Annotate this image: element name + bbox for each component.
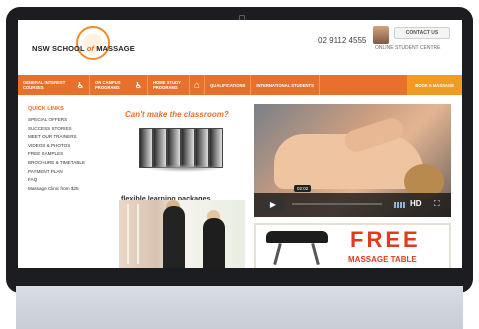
video-controls: ▶ 02:02 HD ⛶: [254, 185, 451, 217]
massage-class-photo[interactable]: [119, 200, 245, 268]
online-student-centre-link[interactable]: ONLINE STUDENT CENTRE: [375, 45, 440, 51]
nav-general-interest[interactable]: GENERAL INTEREST COURSES ♿︎: [18, 75, 90, 95]
free-heading: FREE: [350, 227, 421, 252]
volume-icon[interactable]: [394, 202, 406, 208]
free-subheading: MASSAGE TABLE: [348, 255, 417, 264]
trainer-figure: [203, 218, 225, 268]
video-time: 02:02: [294, 185, 312, 192]
sidebar-link-brochure[interactable]: BROCHURE & TIMETABLE: [28, 159, 116, 168]
play-icon[interactable]: ▶: [262, 198, 284, 212]
dvd-case: [209, 128, 223, 168]
sidebar-link-payment-plan[interactable]: PAYMENT PLAN: [28, 168, 116, 177]
sidebar-link-trainers[interactable]: MEET OUR TRAINERS: [28, 133, 116, 142]
dvd-shadow: [145, 164, 223, 172]
book-massage-button[interactable]: BOOK A MASSAGE: [407, 75, 462, 95]
quick-links-title: QUICK LINKS: [28, 106, 64, 112]
browser-screen: NSW SCHOOL of MASSAGE 02 9112 4555 CONTA…: [18, 20, 462, 268]
sidebar-link-special-offers[interactable]: SPECIAL OFFERS: [28, 116, 116, 125]
logo-of: of: [86, 44, 94, 53]
laptop-base: [16, 286, 463, 329]
nav-international[interactable]: INTERNATIONAL STUDENTS: [251, 75, 320, 95]
nav-label: GENERAL INTEREST COURSES: [23, 80, 66, 90]
site-logo[interactable]: NSW SCHOOL of MASSAGE: [32, 44, 135, 53]
massage-person-icon: ♿︎: [134, 80, 142, 90]
dvd-case: [153, 128, 167, 168]
student-figure: [163, 206, 185, 268]
promo-question: Can't make the classroom?: [125, 110, 229, 119]
home-icon[interactable]: ⌂: [190, 75, 206, 95]
sidebar-link-massage-clinic[interactable]: Massage Clinic from $25: [28, 185, 116, 194]
phone-number[interactable]: 02 9112 4555: [318, 36, 366, 45]
nav-label: INTERNATIONAL STUDENTS: [256, 82, 314, 88]
sidebar-link-faq[interactable]: FAQ: [28, 176, 116, 185]
sidebar-link-success-stories[interactable]: SUCCESS STORIES: [28, 125, 116, 134]
main-nav: GENERAL INTEREST COURSES ♿︎ ON CAMPUS PR…: [18, 75, 462, 95]
nav-label: HOME STUDY PROGRAMS: [153, 80, 181, 90]
sidebar-link-free-samples[interactable]: FREE SAMPLES: [28, 150, 116, 159]
nav-qualifications[interactable]: QUALIFICATIONS: [205, 75, 252, 95]
table-leg: [273, 242, 282, 266]
nav-label: ON CAMPUS PROGRAMS: [95, 80, 121, 90]
massage-table-icon: [266, 231, 328, 243]
quick-links-sidebar: QUICK LINKS SPECIAL OFFERS SUCCESS STORI…: [28, 106, 116, 193]
skeleton-model: [127, 204, 139, 264]
hd-toggle[interactable]: HD: [410, 199, 422, 208]
avatar: [373, 26, 389, 44]
logo-prefix: NSW SCHOOL: [32, 44, 85, 53]
sidebar-link-videos[interactable]: VIDEOS & PHOTOS: [28, 142, 116, 151]
dvd-case: [181, 128, 195, 168]
video-progress-track[interactable]: [292, 203, 382, 205]
dvd-case: [195, 128, 209, 168]
site-header: NSW SCHOOL of MASSAGE 02 9112 4555 CONTA…: [18, 20, 462, 72]
logo-suffix: MASSAGE: [96, 44, 135, 53]
contact-us-button[interactable]: CONTACT US: [394, 27, 450, 39]
massage-person-icon: ♿︎: [76, 80, 84, 90]
nav-label: QUALIFICATIONS: [210, 82, 246, 88]
table-leg: [311, 242, 320, 266]
dvd-set-image: [137, 128, 227, 172]
dvd-case: [167, 128, 181, 168]
dvd-case: [139, 128, 153, 168]
fullscreen-icon[interactable]: ⛶: [434, 199, 440, 209]
video-player[interactable]: ▶ 02:02 HD ⛶: [254, 104, 451, 217]
logo-sun-icon: [76, 26, 110, 60]
learning-packages-promo[interactable]: Can't make the classroom? flexible learn…: [119, 104, 245, 210]
free-massage-table-banner[interactable]: FREE MASSAGE TABLE: [254, 223, 451, 268]
nav-on-campus[interactable]: ON CAMPUS PROGRAMS ♿︎: [90, 75, 148, 95]
laptop-scene: NSW SCHOOL of MASSAGE 02 9112 4555 CONTA…: [0, 0, 479, 329]
nav-home-study[interactable]: HOME STUDY PROGRAMS: [148, 75, 190, 95]
